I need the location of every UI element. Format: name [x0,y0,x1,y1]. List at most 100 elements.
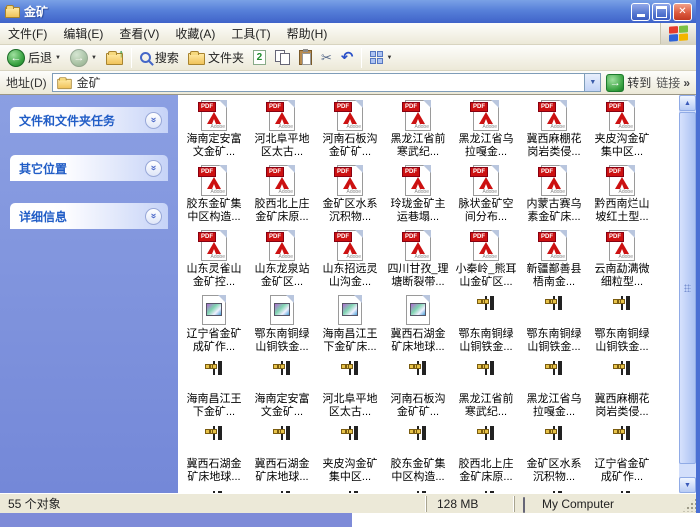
scroll-up-button[interactable]: ▲ [679,95,696,111]
scrollbar-track[interactable] [679,111,696,477]
panel-header-details[interactable]: 详细信息 « [10,203,168,229]
file-item[interactable]: PDFAdobe黑龙江省前寒武纪... [384,98,452,163]
file-item[interactable]: 鄂东南铜绿山铜铁金... [452,293,520,358]
pdf-file-icon: PDFAdobe [180,228,248,263]
file-item[interactable]: PDFAdobe黔西南烂山坡红土型... [588,163,656,228]
menu-help[interactable]: 帮助(H) [279,23,336,44]
file-item[interactable]: PDFAdobe夹皮沟金矿集中区... [588,98,656,163]
close-button[interactable]: ✕ [673,3,692,21]
resize-grip[interactable] [682,498,696,512]
panel-header-other-places[interactable]: 其它位置 « [10,155,168,181]
back-dropdown-icon[interactable]: ▼ [55,55,61,61]
file-item[interactable]: 冀西石湖金矿床地球... [384,293,452,358]
pdf-file-icon: PDFAdobe [316,228,384,263]
file-name: 云南勐满微细粒型... [588,263,656,289]
go-button[interactable]: → 转到 [606,74,651,92]
file-item[interactable]: 辽宁省金矿成矿作... [180,293,248,358]
file-item[interactable]: PDFAdobe海南定安富文金矿... [180,98,248,163]
rar-file-icon [588,358,656,393]
file-name: 胶西北上庄金矿床原... [248,198,316,224]
search-label: 搜索 [155,49,179,66]
back-button[interactable]: ← 后退 ▼ [4,48,64,68]
file-item[interactable]: PDFAdobe山东龙泉站金矿区... [248,228,316,293]
file-item[interactable]: 海南昌江王下金矿... [180,358,248,423]
file-item[interactable]: 海南定安富文金矿... [248,358,316,423]
file-item[interactable]: 胶西北上庄金矿床原... [452,423,520,488]
pdf-file-icon: PDFAdobe [180,163,248,198]
file-item[interactable]: PDFAdobe新疆鄯善县梧南金... [520,228,588,293]
collapse-button[interactable]: « [145,160,162,177]
undo-button[interactable]: ↶ [338,49,357,66]
minimize-button[interactable] [631,3,650,21]
scroll-down-button[interactable]: ▼ [679,477,696,493]
scrollbar-thumb[interactable] [679,112,696,464]
menu-view[interactable]: 查看(V) [111,23,167,44]
links-bar[interactable]: 链接 » [656,74,692,91]
forward-button[interactable]: → ▼ [67,48,100,68]
file-item[interactable]: PDFAdobe金矿区水系沉积物... [316,163,384,228]
toolbar: ← 后退 ▼ → ▼ ↑ 搜索 文件夹 2 ✂ [0,45,696,71]
file-name: 冀西麻棚花岗岩类侵... [520,133,588,159]
file-item[interactable]: 夹皮沟金矿集中区... [316,423,384,488]
task-pane: 文件和文件夹任务 « 其它位置 « 详细信息 « [0,95,178,493]
file-name: 鄂东南铜绿山铜铁金... [452,328,520,354]
file-item[interactable]: 黑龙江省前寒武纪... [452,358,520,423]
file-item[interactable]: 胶东金矿集中区构造... [384,423,452,488]
file-item[interactable]: 海南昌江王下金矿床... [316,293,384,358]
sync-button[interactable]: 2 [250,49,269,66]
collapse-button[interactable]: « [145,208,162,225]
file-item[interactable]: 辽宁省金矿成矿作... [588,423,656,488]
collapse-button[interactable]: « [145,112,162,129]
address-dropdown-button[interactable]: ▼ [584,74,600,91]
up-button[interactable]: ↑ [103,49,126,66]
file-name: 黑龙江省前寒武纪... [452,393,520,419]
file-name: 山东龙泉站金矿区... [248,263,316,289]
panel-header-file-tasks[interactable]: 文件和文件夹任务 « [10,107,168,133]
maximize-button[interactable] [652,3,671,21]
file-item[interactable]: PDFAdobe山东招远灵山沟金... [316,228,384,293]
file-item[interactable]: 鄂东南铜绿山铜铁金... [520,293,588,358]
menu-favorites[interactable]: 收藏(A) [167,23,223,44]
file-item[interactable]: 黑龙江省乌拉嘎金... [520,358,588,423]
menu-edit[interactable]: 编辑(E) [55,23,111,44]
file-item[interactable]: PDFAdobe玲珑金矿主运巷塌... [384,163,452,228]
menu-file[interactable]: 文件(F) [0,23,55,44]
vertical-scrollbar[interactable]: ▲ ▼ [679,95,696,493]
views-button[interactable]: ▼ [367,50,395,65]
file-item[interactable]: PDFAdobe内蒙古赛乌素金矿床... [520,163,588,228]
search-icon [140,52,151,63]
file-item[interactable]: 冀西石湖金矿床地球... [180,423,248,488]
cut-button[interactable]: ✂ [318,49,335,67]
file-item[interactable]: PDFAdobe山东灵雀山金矿控... [180,228,248,293]
copy-button[interactable] [272,49,293,66]
desktop-background [0,513,700,527]
file-item[interactable]: PDFAdobe脉状金矿空间分布... [452,163,520,228]
menu-tools[interactable]: 工具(T) [223,23,278,44]
file-item[interactable]: 金矿区水系沉积物... [520,423,588,488]
file-item[interactable]: PDFAdobe冀西麻棚花岗岩类侵... [520,98,588,163]
pdf-file-icon: PDFAdobe [588,163,656,198]
file-item[interactable]: 冀西石湖金矿床地球... [248,423,316,488]
file-item[interactable]: 鄂东南铜绿山铜铁金... [588,293,656,358]
search-button[interactable]: 搜索 [137,48,182,67]
file-name: 鄂东南铜绿山铜铁金... [588,328,656,354]
forward-dropdown-icon[interactable]: ▼ [91,55,97,61]
file-item[interactable]: PDFAdobe云南勐满微细粒型... [588,228,656,293]
file-item[interactable]: PDFAdobe河北阜平地区太古... [248,98,316,163]
folders-button[interactable]: 文件夹 [185,48,247,67]
file-item[interactable]: PDFAdobe胶西北上庄金矿床原... [248,163,316,228]
paste-button[interactable] [296,49,315,66]
file-item[interactable]: 河南石板沟金矿矿... [384,358,452,423]
file-item[interactable]: PDFAdobe黑龙江省乌拉嘎金... [452,98,520,163]
address-input[interactable]: 金矿 ▼ [52,73,602,92]
file-item[interactable]: 冀西麻棚花岗岩类侵... [588,358,656,423]
rar-file-icon [520,358,588,393]
views-dropdown-icon[interactable]: ▼ [386,55,392,61]
pdf-file-icon: PDFAdobe [316,163,384,198]
file-item[interactable]: PDFAdobe小秦岭_熊耳山金矿区... [452,228,520,293]
file-item[interactable]: PDFAdobe胶东金矿集中区构造... [180,163,248,228]
file-item[interactable]: PDFAdobe河南石板沟金矿矿... [316,98,384,163]
file-item[interactable]: 河北阜平地区太古... [316,358,384,423]
file-item[interactable]: PDFAdobe四川甘孜_理塘断裂带... [384,228,452,293]
file-item[interactable]: 鄂东南铜绿山铜铁金... [248,293,316,358]
